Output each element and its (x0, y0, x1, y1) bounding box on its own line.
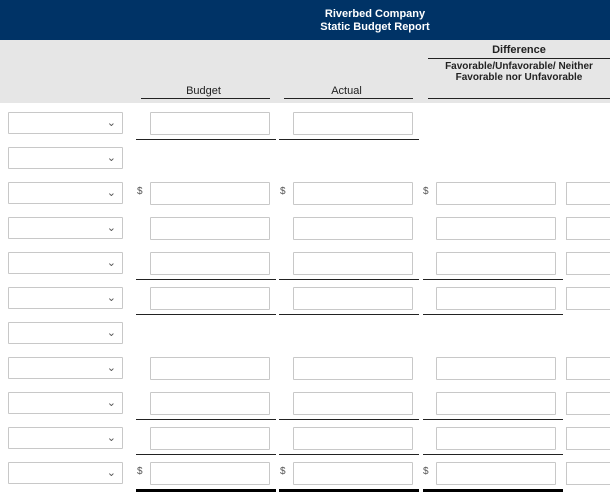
favorability-input[interactable] (566, 427, 610, 450)
subtotal-underline (136, 279, 276, 280)
row-account-dropdown[interactable]: ⌄ (8, 427, 123, 449)
difference-input[interactable] (436, 182, 556, 205)
difference-input[interactable] (436, 427, 556, 450)
total-double-underline (279, 489, 419, 492)
chevron-down-icon: ⌄ (106, 327, 116, 339)
actual-column-header: Actual (331, 85, 362, 97)
budget-column-header: Budget (186, 85, 221, 97)
budget-input[interactable] (150, 427, 270, 450)
row-account-dropdown[interactable]: ⌄ (8, 147, 123, 169)
row-account-dropdown[interactable]: ⌄ (8, 462, 123, 484)
difference-input[interactable] (436, 287, 556, 310)
row-account-dropdown[interactable]: ⌄ (8, 217, 123, 239)
chevron-down-icon: ⌄ (106, 292, 116, 304)
actual-input[interactable] (293, 252, 413, 275)
favorability-input[interactable] (566, 357, 610, 380)
subtotal-underline (136, 139, 276, 140)
subtotal-underline (279, 419, 419, 420)
chevron-down-icon: ⌄ (106, 117, 116, 129)
chevron-down-icon: ⌄ (106, 187, 116, 199)
currency-symbol: $ (423, 466, 429, 477)
report-title: Static Budget Report (320, 21, 430, 33)
subtotal-underline (423, 454, 563, 455)
subtotal-underline (423, 419, 563, 420)
currency-symbol: $ (137, 186, 143, 197)
difference-input[interactable] (436, 462, 556, 485)
budget-input[interactable] (150, 392, 270, 415)
actual-input[interactable] (293, 182, 413, 205)
chevron-down-icon: ⌄ (106, 397, 116, 409)
subtotal-underline (136, 314, 276, 315)
chevron-down-icon: ⌄ (106, 257, 116, 269)
budget-input[interactable] (150, 287, 270, 310)
actual-input[interactable] (293, 427, 413, 450)
budget-input[interactable] (150, 182, 270, 205)
budget-input[interactable] (150, 462, 270, 485)
chevron-down-icon: ⌄ (106, 467, 116, 479)
favorability-input[interactable] (566, 252, 610, 275)
subtotal-underline (279, 139, 419, 140)
total-double-underline (423, 489, 563, 492)
difference-subheader-underline (428, 98, 610, 99)
actual-input[interactable] (293, 217, 413, 240)
subtotal-underline (423, 314, 563, 315)
row-account-dropdown[interactable]: ⌄ (8, 182, 123, 204)
subtotal-underline (423, 279, 563, 280)
chevron-down-icon: ⌄ (106, 362, 116, 374)
budget-input[interactable] (150, 252, 270, 275)
budget-input[interactable] (150, 217, 270, 240)
currency-symbol: $ (137, 466, 143, 477)
row-account-dropdown[interactable]: ⌄ (8, 322, 123, 344)
subtotal-underline (279, 314, 419, 315)
subtotal-underline (136, 454, 276, 455)
row-account-dropdown[interactable]: ⌄ (8, 392, 123, 414)
budget-input[interactable] (150, 112, 270, 135)
row-account-dropdown[interactable]: ⌄ (8, 357, 123, 379)
favorability-input[interactable] (566, 392, 610, 415)
difference-input[interactable] (436, 252, 556, 275)
currency-symbol: $ (423, 186, 429, 197)
difference-input[interactable] (436, 217, 556, 240)
budget-header-underline (141, 98, 270, 99)
currency-symbol: $ (280, 466, 286, 477)
actual-input[interactable] (293, 357, 413, 380)
total-double-underline (136, 489, 276, 492)
company-name: Riverbed Company (324, 8, 426, 20)
subtotal-underline (279, 279, 419, 280)
actual-input[interactable] (293, 392, 413, 415)
difference-header-underline (428, 58, 610, 59)
actual-input[interactable] (293, 112, 413, 135)
favorability-input[interactable] (566, 287, 610, 310)
favorability-input[interactable] (566, 217, 610, 240)
difference-column-header: Difference (492, 44, 546, 56)
row-account-dropdown[interactable]: ⌄ (8, 252, 123, 274)
actual-input[interactable] (293, 462, 413, 485)
column-header: Budget Actual Difference Favorable/Unfav… (0, 40, 610, 103)
difference-input[interactable] (436, 392, 556, 415)
chevron-down-icon: ⌄ (106, 152, 116, 164)
actual-input[interactable] (293, 287, 413, 310)
currency-symbol: $ (280, 186, 286, 197)
subtotal-underline (279, 454, 419, 455)
favorability-input[interactable] (566, 462, 610, 485)
report-header: Riverbed Company Static Budget Report (0, 0, 610, 40)
budget-input[interactable] (150, 357, 270, 380)
chevron-down-icon: ⌄ (106, 222, 116, 234)
row-account-dropdown[interactable]: ⌄ (8, 112, 123, 134)
row-account-dropdown[interactable]: ⌄ (8, 287, 123, 309)
difference-subheader-line1: Favorable/Unfavorable/ (445, 61, 556, 72)
chevron-down-icon: ⌄ (106, 432, 116, 444)
favorability-input[interactable] (566, 182, 610, 205)
difference-input[interactable] (436, 357, 556, 380)
subtotal-underline (136, 419, 276, 420)
actual-header-underline (284, 98, 413, 99)
difference-subheader: Favorable/Unfavorable/ Neither Favorable… (428, 61, 610, 83)
